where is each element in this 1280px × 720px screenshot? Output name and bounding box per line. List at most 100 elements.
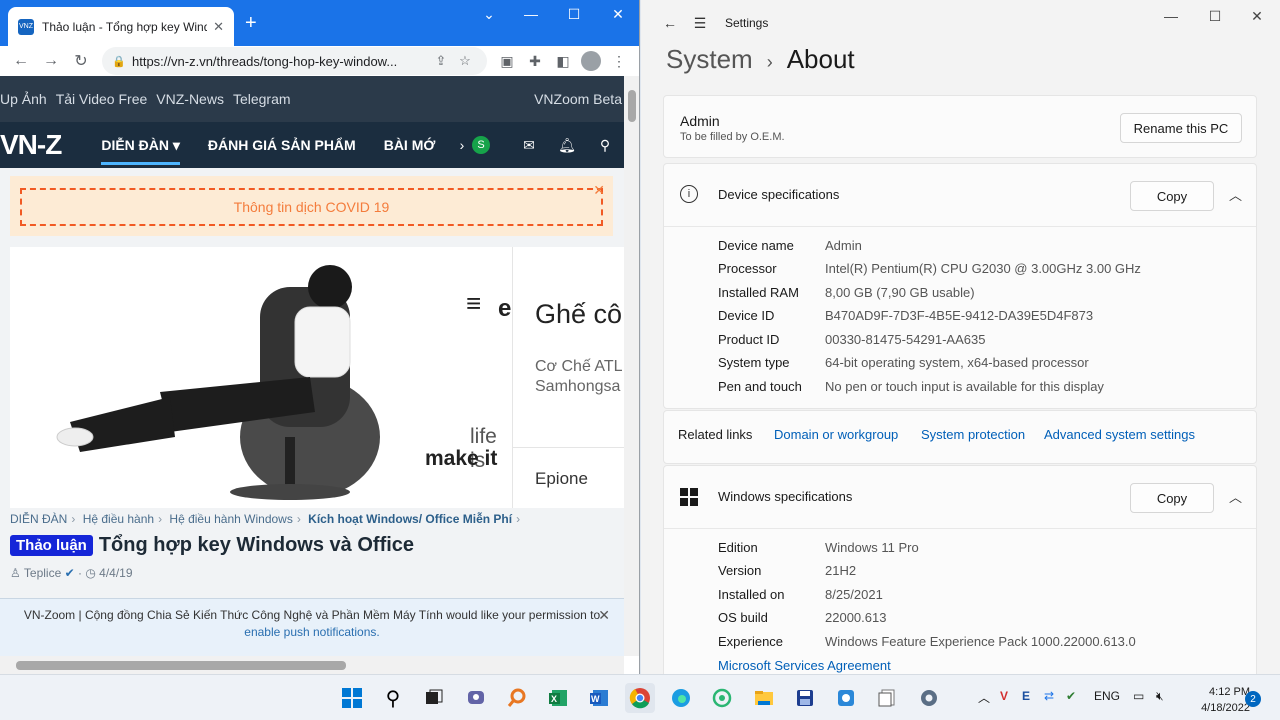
site-favicon-icon: VNZ xyxy=(18,18,34,35)
link-microsoft-services-agreement[interactable]: Microsoft Services Agreement xyxy=(718,658,891,673)
forward-button[interactable]: → xyxy=(36,52,66,70)
chrome-icon[interactable] xyxy=(625,683,655,713)
settings-close-button[interactable]: ✕ xyxy=(1242,8,1272,25)
magnifier-app-icon[interactable] xyxy=(502,683,532,713)
settings-gear-icon[interactable] xyxy=(914,683,944,713)
volume-icon[interactable]: 🔇︎ xyxy=(1156,689,1164,704)
info-icon: i xyxy=(680,185,698,203)
profile-avatar[interactable] xyxy=(581,51,601,71)
menu-kebab-icon[interactable]: ⋮ xyxy=(605,53,633,70)
extension-icon[interactable]: ▣ xyxy=(493,53,521,70)
copy-windows-specs-button[interactable]: Copy xyxy=(1130,483,1214,513)
settings-minimize-button[interactable]: — xyxy=(1156,8,1186,24)
reload-button[interactable]: ↻ xyxy=(66,51,96,71)
nav-dien-dan[interactable]: DIỄN ĐÀN ▾ xyxy=(101,137,180,165)
copy-device-specs-button[interactable]: Copy xyxy=(1130,181,1214,211)
hscroll-thumb[interactable] xyxy=(16,661,346,670)
link-domain-workgroup[interactable]: Domain or workgroup xyxy=(774,427,898,442)
nav-bai-moi[interactable]: BÀI MỚ xyxy=(384,137,436,153)
spec-row: Edition Windows 11 Pro xyxy=(718,540,919,555)
tab-title: Thảo luận - Tổng hợp key Windo xyxy=(42,19,208,34)
search-icon[interactable]: ⚲ xyxy=(586,137,624,154)
ad-banner[interactable]: ≡ e life is make it Ghế cô Cơ Chế ATL Sa… xyxy=(10,247,624,508)
top-link-vnz-news[interactable]: VNZ-News xyxy=(156,91,224,107)
crumb-he-dieu-hanh[interactable]: Hệ điều hành xyxy=(83,512,154,526)
close-tab-icon[interactable]: ✕ xyxy=(213,19,224,35)
close-window-button[interactable]: ✕ xyxy=(603,6,633,23)
extensions-puzzle-icon[interactable]: ✚ xyxy=(521,53,549,70)
device-specs-header[interactable]: i Device specifications Copy ︿ xyxy=(664,164,1256,227)
site-logo[interactable]: VN-Z xyxy=(0,129,62,161)
task-view-icon[interactable] xyxy=(419,683,449,713)
settings-maximize-button[interactable]: ☐ xyxy=(1200,8,1230,25)
tray-check-icon[interactable]: ✔ xyxy=(1066,689,1076,703)
enable-push-link[interactable]: enable push notifications. xyxy=(244,625,379,639)
tray-overflow-icon[interactable]: ︿ xyxy=(978,689,990,706)
nav-next-icon[interactable]: › xyxy=(452,137,472,153)
browser-tab[interactable]: VNZ Thảo luận - Tổng hợp key Windo ✕ xyxy=(8,7,234,46)
svg-text:X: X xyxy=(551,694,557,704)
horizontal-scrollbar[interactable] xyxy=(0,656,624,674)
vscroll-thumb[interactable] xyxy=(628,90,636,122)
new-tab-button[interactable]: + xyxy=(245,12,257,35)
link-advanced-system-settings[interactable]: Advanced system settings xyxy=(1044,427,1195,442)
side-panel-icon[interactable]: ◧ xyxy=(549,53,577,70)
mail-icon[interactable]: ✉ xyxy=(510,137,548,154)
crumb-kich-hoat[interactable]: Kích hoạt Windows/ Office Miễn Phí xyxy=(308,512,512,526)
settings-window: ← ☰ Settings — ☐ ✕ System › About Admin To… xyxy=(641,0,1280,674)
collapse-chevron-up-icon[interactable]: ︿ xyxy=(1229,487,1242,506)
address-bar[interactable]: 🔒 https://vn-z.vn/threads/tong-hop-key-w… xyxy=(102,47,487,75)
notification-count-badge[interactable]: 2 xyxy=(1245,691,1261,707)
crumb-windows[interactable]: Hệ điều hành Windows xyxy=(169,512,292,526)
nav-danh-gia[interactable]: ĐÁNH GIÁ SẢN PHẨM xyxy=(208,137,356,153)
top-link-tai-video[interactable]: Tải Video Free xyxy=(56,91,148,107)
chat-icon[interactable] xyxy=(461,683,491,713)
close-notice-icon[interactable]: ✕ xyxy=(593,182,605,199)
top-link-up-anh[interactable]: Up Ảnh xyxy=(0,91,47,107)
maximize-button[interactable]: ☐ xyxy=(559,6,589,23)
related-links-label: Related links xyxy=(678,427,753,442)
search-icon[interactable]: ⚲ xyxy=(378,683,408,713)
clock[interactable]: 4:12 PM 4/18/2022 xyxy=(1180,684,1250,716)
close-push-icon[interactable]: ✕ xyxy=(598,607,610,624)
back-arrow-icon[interactable]: ← xyxy=(655,15,685,31)
word-icon[interactable]: W xyxy=(584,683,614,713)
thread-date[interactable]: 4/4/19 xyxy=(99,566,132,580)
rename-pc-button[interactable]: Rename this PC xyxy=(1120,113,1242,143)
edge-icon[interactable] xyxy=(666,683,696,713)
collapse-chevron-up-icon[interactable]: ︿ xyxy=(1229,185,1242,204)
breadcrumb: DIỄN ĐÀN › Hệ điều hành › Hệ điều hành Win… xyxy=(10,512,521,526)
covid-link[interactable]: Thông tin dịch COVID 19 xyxy=(20,188,603,226)
vertical-scrollbar[interactable] xyxy=(624,76,639,656)
tray-app-e-icon[interactable]: E xyxy=(1022,689,1030,703)
hamburger-menu-icon[interactable]: ☰ xyxy=(685,15,715,32)
tray-app-v-icon[interactable]: V xyxy=(1000,689,1008,703)
documents-app-icon[interactable] xyxy=(872,683,902,713)
share-icon[interactable]: ⇪ xyxy=(429,53,453,69)
device-specs-card: i Device specifications Copy ︿ Device na… xyxy=(663,163,1257,409)
language-indicator[interactable]: ENG xyxy=(1094,689,1120,703)
breadcrumb-system[interactable]: System xyxy=(666,44,753,74)
tray-network-share-icon[interactable]: ⇄ xyxy=(1044,689,1054,703)
save-disk-app-icon[interactable] xyxy=(790,683,820,713)
lens-app-icon[interactable] xyxy=(707,683,737,713)
minimize-button[interactable]: — xyxy=(516,6,546,22)
file-explorer-icon[interactable] xyxy=(749,683,779,713)
back-button[interactable]: ← xyxy=(6,52,36,70)
windows-specs-header[interactable]: Windows specifications Copy ︿ xyxy=(664,466,1256,529)
top-link-telegram[interactable]: Telegram xyxy=(233,91,291,107)
user-avatar[interactable]: S xyxy=(472,136,510,154)
link-system-protection[interactable]: System protection xyxy=(921,427,1025,442)
top-link-vnzoom-beta[interactable]: VNZoom Beta xyxy=(534,91,622,107)
bookmark-star-icon[interactable]: ☆ xyxy=(453,53,477,69)
start-icon[interactable] xyxy=(337,683,367,713)
thread-author[interactable]: Teplice xyxy=(24,566,61,580)
thread-prefix-badge[interactable]: Thảo luận xyxy=(10,535,93,556)
remote-app-icon[interactable] xyxy=(831,683,861,713)
crumb-dien-dan[interactable]: DIỄN ĐÀN xyxy=(10,512,67,526)
network-icon[interactable]: ▭ xyxy=(1133,689,1144,703)
bell-icon[interactable]: 🔔︎ xyxy=(548,137,586,154)
tab-search-icon[interactable]: ⌄ xyxy=(474,6,504,23)
spec-row: Installed RAM 8,00 GB (7,90 GB usable) xyxy=(718,285,975,300)
excel-icon[interactable]: X xyxy=(543,683,573,713)
